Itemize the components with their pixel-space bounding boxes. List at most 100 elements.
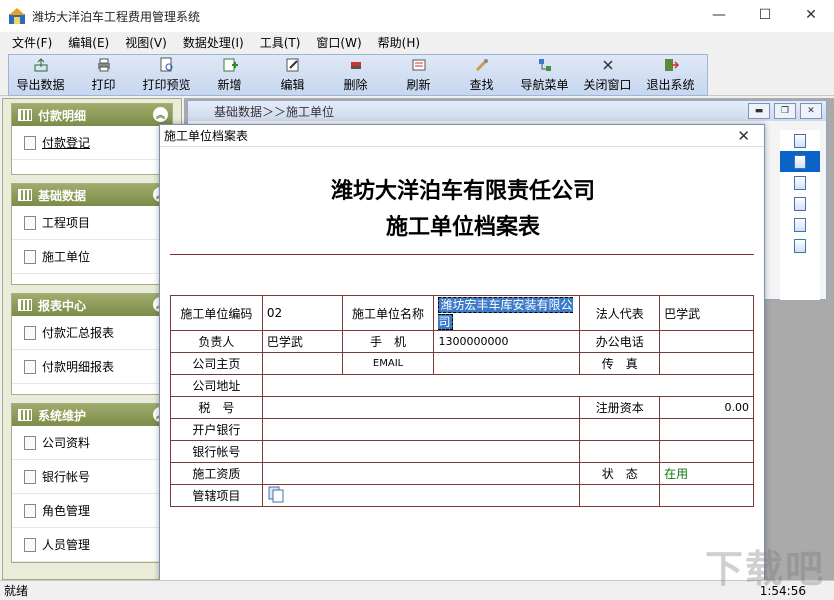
menu-edit[interactable]: 编辑(E) — [60, 34, 117, 51]
toolbar: 导出数据 打印 打印预览 新增 编辑 删除 刷新 查找 — [0, 52, 834, 96]
status-field[interactable]: 在用 — [660, 463, 754, 485]
menu-window[interactable]: 窗口(W) — [308, 34, 369, 51]
address-field[interactable] — [262, 375, 753, 397]
exit-button[interactable]: 退出系统 — [639, 55, 702, 95]
export-button[interactable]: 导出数据 — [9, 55, 72, 95]
close-window-button[interactable]: 关闭窗口 — [576, 55, 639, 95]
add-button[interactable]: 新增 — [198, 55, 261, 95]
projects-field[interactable] — [262, 485, 579, 507]
table-row[interactable] — [780, 172, 820, 193]
table-row[interactable] — [780, 151, 820, 172]
legal-rep-field[interactable]: 巴学武 — [660, 296, 754, 331]
grid-icon — [18, 189, 32, 201]
owner-field[interactable]: 巴学武 — [262, 331, 342, 353]
document-icon — [794, 176, 806, 190]
capital-field[interactable]: 0.00 — [660, 397, 754, 419]
menu-view[interactable]: 视图(V) — [117, 34, 175, 51]
collapse-icon[interactable]: ︽ — [153, 107, 168, 122]
fax-label: 传 真 — [580, 353, 660, 375]
fax-field[interactable] — [660, 353, 754, 375]
document-icon — [794, 197, 806, 211]
menu-data[interactable]: 数据处理(I) — [175, 34, 252, 51]
document-icon — [794, 134, 806, 148]
email-label: EMAIL — [342, 353, 434, 375]
dialog-title: 施工单位档案表 — [164, 127, 248, 144]
account-label: 银行帐号 — [171, 441, 263, 463]
table-row[interactable] — [780, 214, 820, 235]
delete-button[interactable]: 删除 — [324, 55, 387, 95]
document-icon — [794, 239, 806, 253]
projects-label: 管辖项目 — [171, 485, 263, 507]
homepage-field[interactable] — [262, 353, 342, 375]
sidebar-item-users[interactable]: 人员管理 — [12, 528, 172, 562]
grid-icon — [18, 409, 32, 421]
mobile-field[interactable]: 1300000000 — [434, 331, 580, 353]
office-phone-field[interactable] — [660, 331, 754, 353]
email-field[interactable] — [434, 353, 580, 375]
sidebar-item-contractors[interactable]: 施工单位 — [12, 240, 172, 274]
section-header-basic-data[interactable]: 基础数据 ︽ — [12, 184, 172, 206]
maximize-button[interactable]: ☐ — [742, 0, 788, 30]
close-window-icon — [600, 57, 616, 73]
document-icon — [24, 250, 36, 264]
document-icon — [794, 218, 806, 232]
form-heading: 施工单位档案表 — [160, 209, 766, 241]
account-field[interactable] — [262, 441, 579, 463]
dialog-close-button[interactable]: ✕ — [737, 127, 750, 145]
qualification-field[interactable] — [262, 463, 579, 485]
sidebar-item-payment-summary[interactable]: 付款汇总报表 — [12, 316, 172, 350]
sidebar-item-company-info[interactable]: 公司资料 — [12, 426, 172, 460]
code-label: 施工单位编码 — [171, 296, 263, 331]
exit-icon — [663, 57, 679, 73]
section-system: 系统维护 ︽ 公司资料 银行帐号 角色管理 人员管理 — [11, 403, 173, 563]
table-row[interactable] — [780, 193, 820, 214]
menu-tools[interactable]: 工具(T) — [252, 34, 309, 51]
heading-divider — [170, 254, 754, 255]
document-icon — [24, 436, 36, 450]
print-icon — [96, 57, 112, 73]
minimize-button[interactable]: — — [696, 0, 742, 30]
nav-menu-button[interactable]: 导航菜单 — [513, 55, 576, 95]
search-button[interactable]: 查找 — [450, 55, 513, 95]
child-restore-button[interactable]: ❐ — [774, 103, 796, 119]
status-label: 状 态 — [580, 463, 660, 485]
print-button[interactable]: 打印 — [72, 55, 135, 95]
sidebar-item-payment-detail[interactable]: 付款明细报表 — [12, 350, 172, 384]
status-text: 就绪 — [0, 582, 28, 599]
tax-id-field[interactable] — [262, 397, 579, 419]
menu-file[interactable]: 文件(F) — [4, 34, 60, 51]
capital-label: 注册资本 — [580, 397, 660, 419]
dialog-title-bar: 施工单位档案表 ✕ — [160, 125, 764, 147]
section-header-reports[interactable]: 报表中心 ︽ — [12, 294, 172, 316]
mobile-label: 手 机 — [342, 331, 434, 353]
edit-button[interactable]: 编辑 — [261, 55, 324, 95]
sidebar-item-projects[interactable]: 工程项目 — [12, 206, 172, 240]
grid-edge — [780, 130, 820, 300]
add-icon — [222, 57, 238, 73]
copy-icon[interactable] — [267, 485, 285, 506]
sidebar-item-payment-register[interactable]: 付款登记 — [12, 126, 172, 160]
section-reports: 报表中心 ︽ 付款汇总报表 付款明细报表 — [11, 293, 173, 395]
refresh-button[interactable]: 刷新 — [387, 55, 450, 95]
table-row[interactable] — [780, 130, 820, 151]
bank-field[interactable] — [262, 419, 579, 441]
close-button[interactable]: ✕ — [788, 0, 834, 30]
edit-icon — [285, 57, 301, 73]
refresh-icon — [411, 57, 427, 73]
child-minimize-button[interactable]: ▬ — [748, 103, 770, 119]
child-close-button[interactable]: ✕ — [800, 103, 822, 119]
name-field[interactable]: 潍坊宏丰车库安装有限公司 — [434, 296, 580, 331]
code-field[interactable]: 02 — [262, 296, 342, 331]
sidebar-item-roles[interactable]: 角色管理 — [12, 494, 172, 528]
print-preview-icon — [159, 57, 175, 73]
homepage-label: 公司主页 — [171, 353, 263, 375]
menu-help[interactable]: 帮助(H) — [370, 34, 428, 51]
section-header-system[interactable]: 系统维护 ︽ — [12, 404, 172, 426]
sidebar-item-bank-account[interactable]: 银行帐号 — [12, 460, 172, 494]
document-icon — [24, 538, 36, 552]
tax-id-label: 税 号 — [171, 397, 263, 419]
section-header-payment[interactable]: 付款明细 ︽ — [12, 104, 172, 126]
table-row[interactable] — [780, 235, 820, 256]
section-payment: 付款明细 ︽ 付款登记 — [11, 103, 173, 175]
print-preview-button[interactable]: 打印预览 — [135, 55, 198, 95]
